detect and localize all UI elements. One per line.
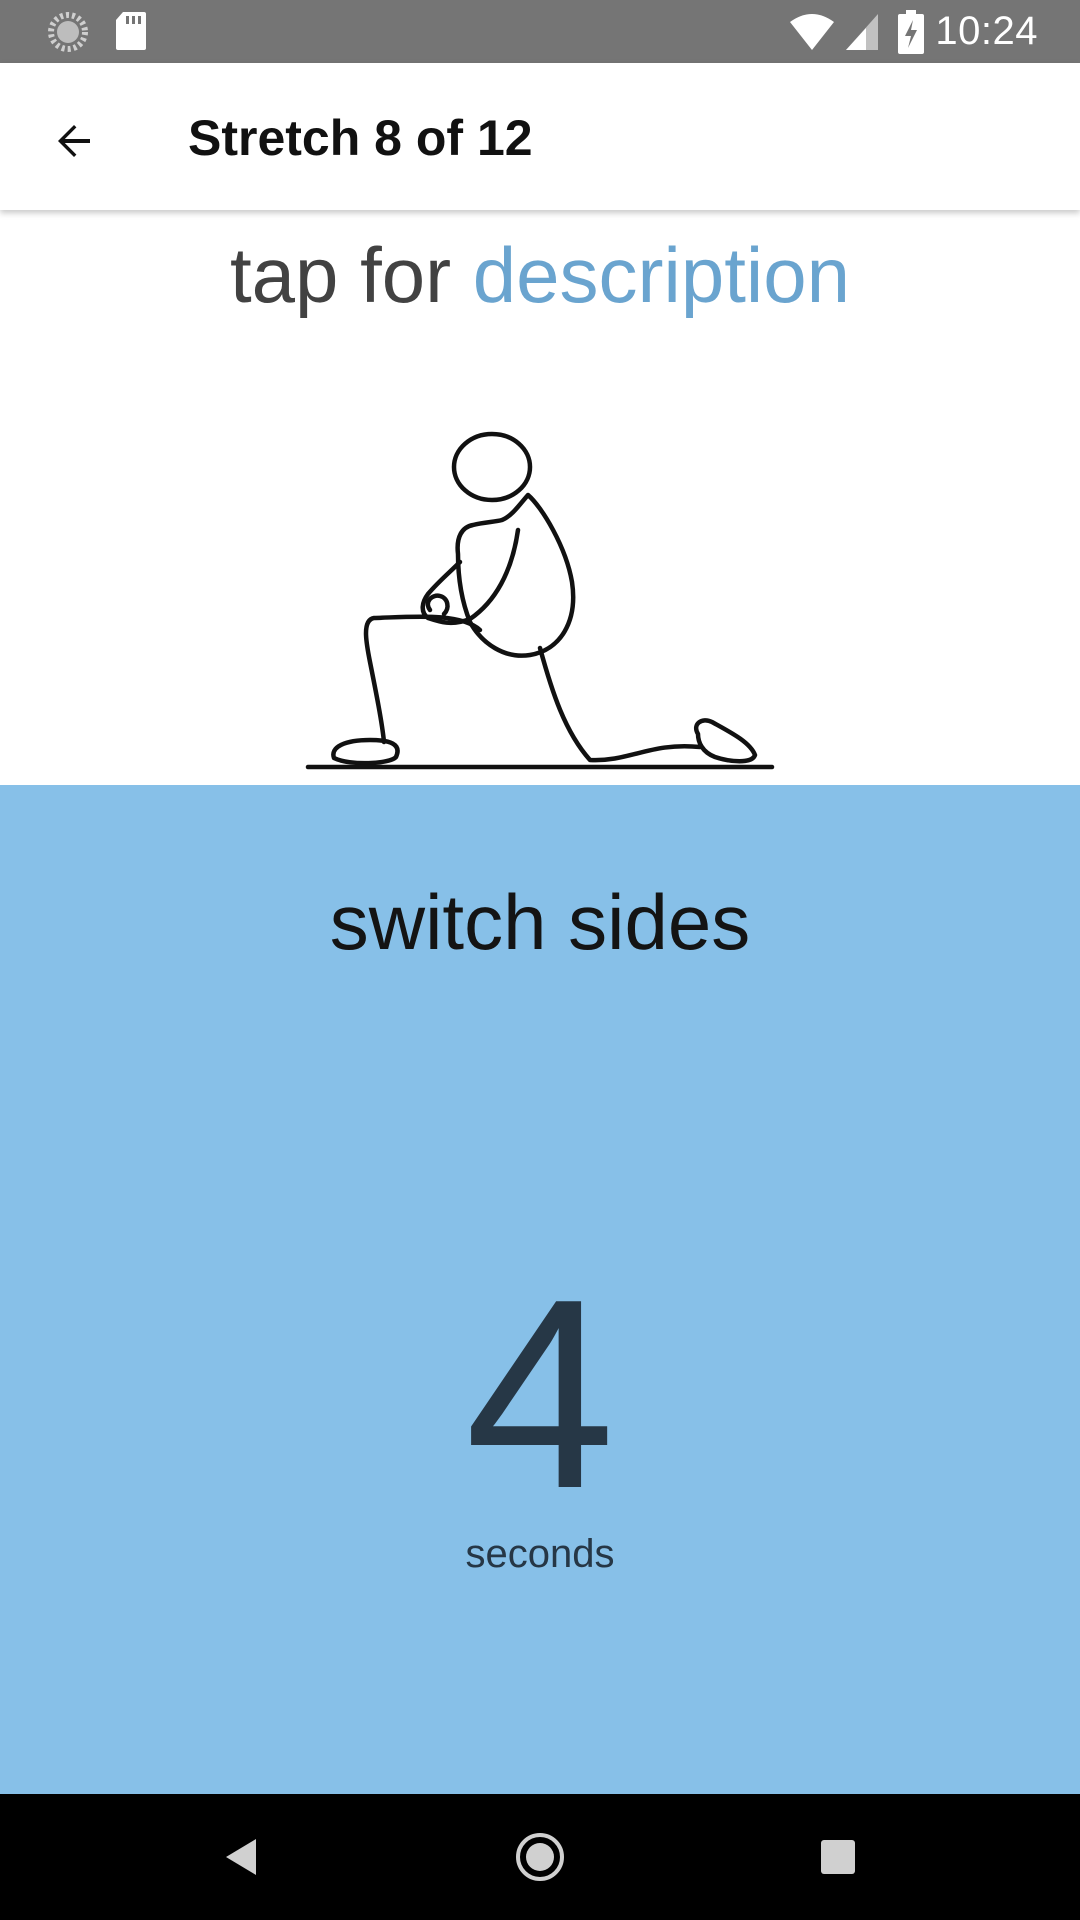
timer-panel[interactable]: switch sides 4 seconds: [0, 785, 1080, 1794]
status-bar: 10:24: [0, 0, 1080, 63]
page-title: Stretch 8 of 12: [188, 110, 533, 166]
system-nav-bar: [0, 1794, 1080, 1920]
loading-icon: [46, 10, 90, 59]
nav-back-icon[interactable]: [210, 1827, 270, 1887]
arrow-back-icon: [58, 125, 90, 157]
exercise-header: tap for description: [0, 210, 1080, 785]
signal-icon: [844, 12, 880, 57]
countdown-value: 4: [464, 1244, 616, 1545]
countdown-unit: seconds: [465, 1532, 615, 1576]
wifi-icon: [788, 12, 836, 57]
kneeling-stretch-figure-icon: [305, 431, 775, 770]
instruction-text: switch sides: [329, 878, 751, 966]
nav-home-icon[interactable]: [510, 1827, 570, 1887]
description-prefix: tap for: [229, 231, 473, 319]
description-link[interactable]: tap for description: [0, 230, 1080, 321]
stretch-screen: 10:24 Stretch 8 of 12 tap for descriptio…: [0, 0, 1080, 1920]
description-link-text: description: [472, 231, 850, 319]
sd-card-icon: [114, 10, 148, 57]
back-button[interactable]: [34, 101, 114, 181]
nav-recents-icon[interactable]: [808, 1827, 868, 1887]
status-time: 10:24: [935, 9, 1038, 53]
app-bar: Stretch 8 of 12: [0, 63, 1080, 210]
battery-charging-icon: [898, 10, 924, 59]
